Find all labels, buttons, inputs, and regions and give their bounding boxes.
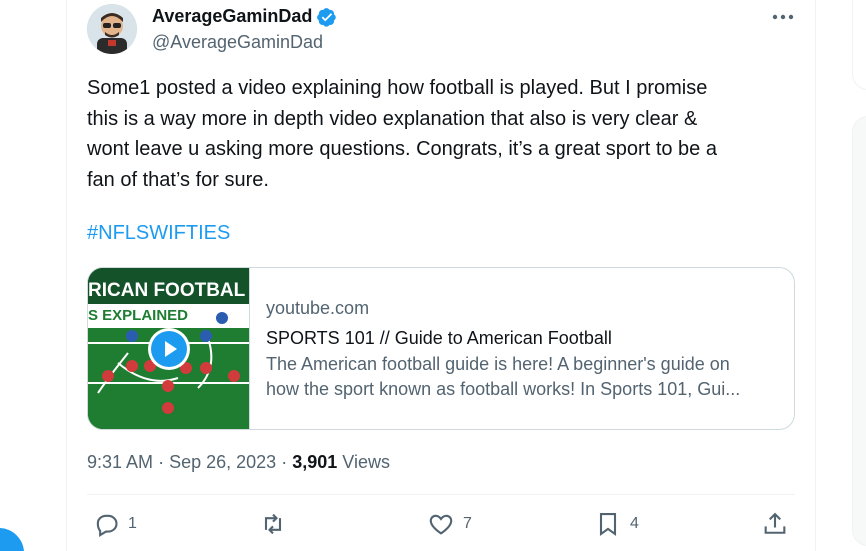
reply-count: 1	[128, 515, 137, 532]
card-title: SPORTS 101 // Guide to American Football	[266, 328, 612, 348]
reply-button[interactable]: 1	[92, 510, 137, 538]
card-description-line2: how the sport known as football works! I…	[266, 379, 741, 399]
compose-fab-button[interactable]	[0, 528, 24, 551]
tweet-meta: 9:31 AM · Sep 26, 2023 · 3,901 Views	[87, 452, 390, 473]
card-description: The American football guide is here! A b…	[266, 352, 776, 402]
retweet-button[interactable]	[259, 510, 295, 538]
share-button[interactable]	[761, 510, 789, 538]
verified-badge-icon[interactable]	[317, 7, 337, 27]
thumbnail-title-line1: RICAN FOOTBAL	[88, 280, 246, 301]
share-icon	[764, 512, 786, 534]
bookmark-icon	[599, 513, 617, 536]
author-handle[interactable]: @AverageGaminDad	[152, 32, 323, 53]
avatar[interactable]	[87, 4, 137, 54]
link-preview-card[interactable]: RICAN FOOTBAL S EXPLAINED youtube.com SP…	[87, 267, 795, 430]
reply-icon	[96, 514, 118, 537]
like-count: 7	[463, 515, 472, 532]
sidebar-card	[852, 116, 866, 546]
views-count: 3,901	[292, 452, 338, 472]
hashtag-link[interactable]: #NFLSWIFTIES	[87, 222, 230, 245]
retweet-icon	[264, 513, 282, 535]
like-button[interactable]: 7	[427, 510, 472, 538]
tweet-text: Some1 posted a video explaining how foot…	[87, 77, 717, 191]
card-domain: youtube.com	[266, 298, 370, 318]
avatar-image	[87, 4, 137, 54]
card-text: youtube.com SPORTS 101 // Guide to Ameri…	[250, 268, 794, 429]
card-description-line1: The American football guide is here! A b…	[266, 354, 730, 374]
meta-separator: ·	[158, 452, 165, 472]
meta-separator: ·	[281, 452, 288, 472]
author-display-name[interactable]: AverageGaminDad	[152, 6, 312, 27]
play-button-icon[interactable]	[148, 328, 190, 370]
author-name-row[interactable]: AverageGaminDad	[152, 6, 337, 27]
video-thumbnail[interactable]: RICAN FOOTBAL S EXPLAINED	[88, 268, 250, 429]
bookmark-button[interactable]: 4	[594, 510, 639, 538]
tweet-date[interactable]: Sep 26, 2023	[169, 452, 276, 472]
heart-icon	[429, 514, 453, 535]
divider	[87, 494, 795, 495]
bookmark-count: 4	[630, 515, 639, 532]
tweet-time[interactable]: 9:31 AM	[87, 452, 153, 472]
thumbnail-title-line2: S EXPLAINED	[88, 307, 189, 324]
views-label: Views	[342, 452, 390, 472]
more-options-icon[interactable]	[770, 4, 796, 30]
sidebar-card-top	[852, 0, 866, 90]
